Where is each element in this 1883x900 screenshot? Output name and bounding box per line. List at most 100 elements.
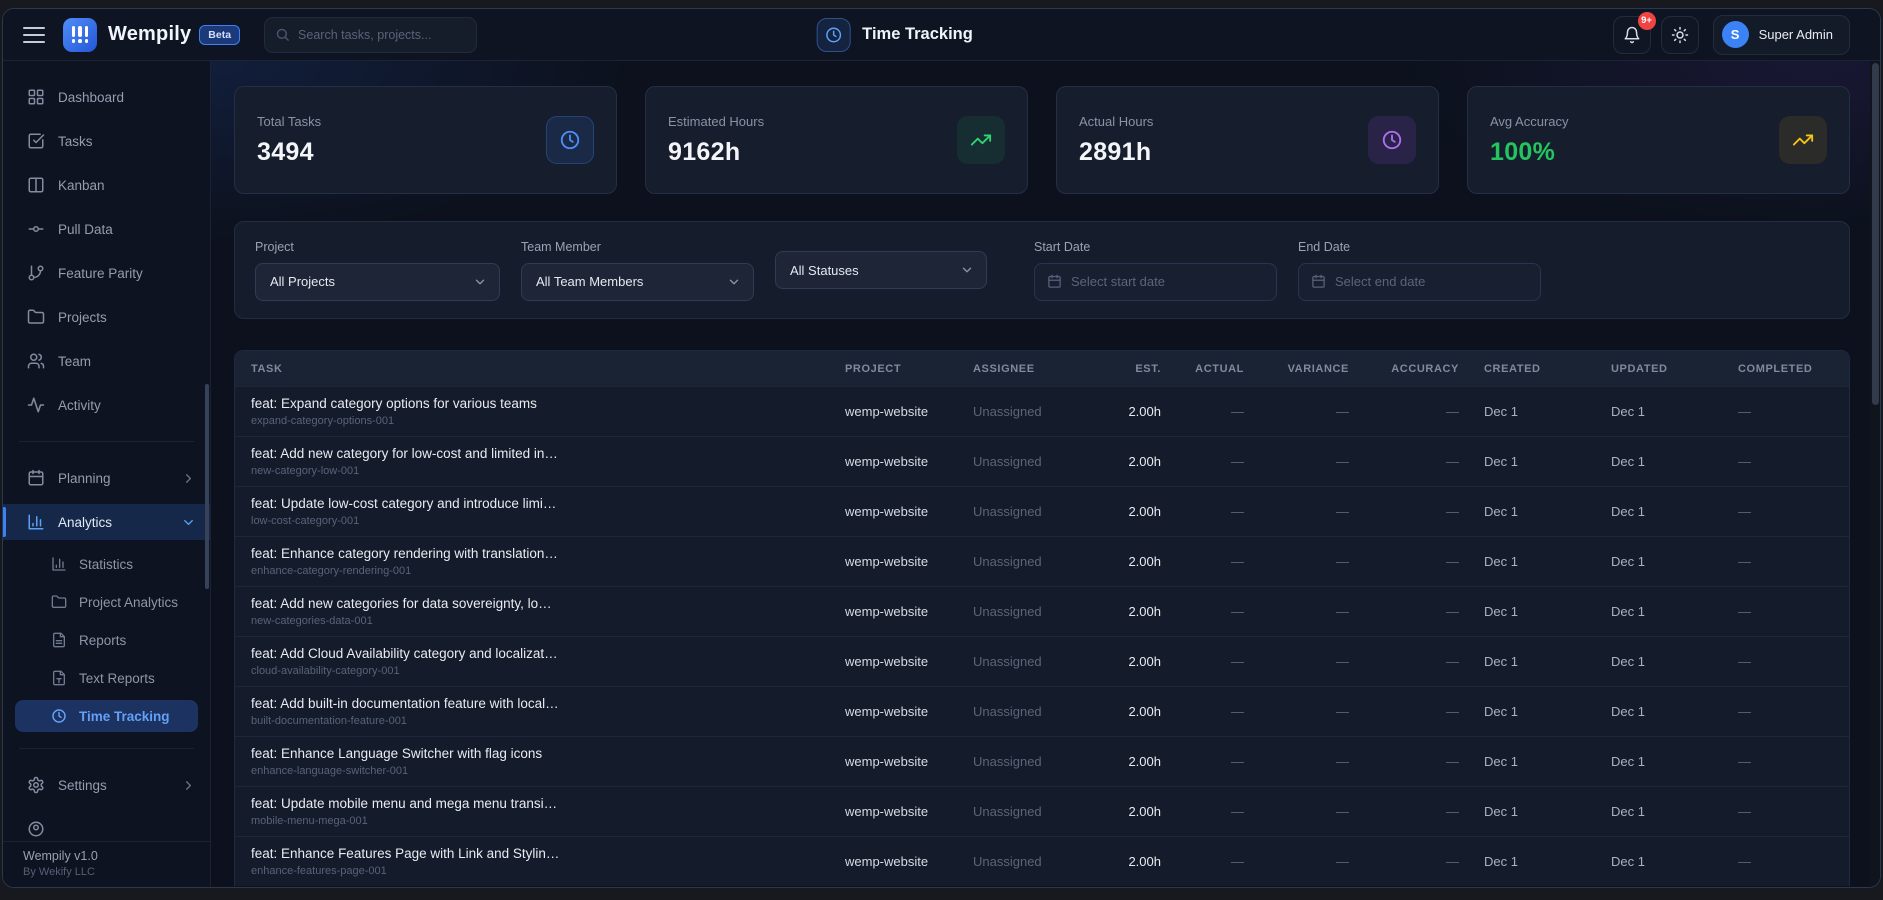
- stat-label: Actual Hours: [1079, 114, 1153, 129]
- app-company: By Wekify LLC: [23, 866, 210, 878]
- task-actual: —: [1161, 454, 1244, 469]
- folder-icon: [27, 308, 45, 326]
- start-date-placeholder: Select start date: [1071, 274, 1165, 289]
- end-date-input[interactable]: Select end date: [1298, 263, 1541, 301]
- clock-icon: [51, 708, 67, 724]
- task-accuracy: —: [1349, 854, 1459, 869]
- task-title: feat: Add new category for low-cost and …: [251, 446, 831, 461]
- task-updated: Dec 1: [1586, 754, 1713, 769]
- table-row[interactable]: feat: Add new categories for data sovere…: [235, 586, 1849, 636]
- table-row[interactable]: feat: Update low-cost category and intro…: [235, 486, 1849, 536]
- page-title: Time Tracking: [862, 25, 973, 44]
- git-commit-icon: [27, 220, 45, 238]
- sidebar-item-statistics[interactable]: Statistics: [3, 548, 210, 580]
- project-filter-label: Project: [255, 240, 500, 254]
- task-variance: —: [1244, 754, 1349, 769]
- app-logo[interactable]: [63, 18, 97, 52]
- sidebar-scrollbar[interactable]: [205, 384, 209, 589]
- project-select[interactable]: All Projects: [255, 263, 500, 301]
- sidebar-item-team[interactable]: Team: [3, 343, 210, 379]
- task-variance: —: [1244, 504, 1349, 519]
- sidebar-item-label: Statistics: [79, 557, 133, 572]
- table-row[interactable]: feat: Enhance Language Switcher with fla…: [235, 736, 1849, 786]
- table-body: feat: Expand category options for variou…: [235, 386, 1849, 886]
- table-row[interactable]: feat: Expand category options for variou…: [235, 386, 1849, 436]
- app-window: Wempily Beta Time Tracking 9+: [2, 8, 1881, 888]
- sidebar-divider: [19, 441, 194, 442]
- search-box[interactable]: [264, 17, 477, 53]
- task-estimated: 2.00h: [1099, 804, 1161, 819]
- sidebar-item-tasks[interactable]: Tasks: [3, 123, 210, 159]
- table-row[interactable]: feat: Enhance Features Page with Link an…: [235, 836, 1849, 886]
- task-estimated: 2.00h: [1099, 404, 1161, 419]
- kanban-columns-icon: [27, 176, 45, 194]
- status-select[interactable]: All Statuses: [775, 251, 987, 289]
- task-title: feat: Update mobile menu and mega menu t…: [251, 796, 831, 811]
- user-menu[interactable]: S Super Admin: [1713, 15, 1850, 55]
- sidebar-item-pull-data[interactable]: Pull Data: [3, 211, 210, 247]
- table-row[interactable]: feat: Add new category for low-cost and …: [235, 436, 1849, 486]
- table-row[interactable]: feat: Enhance category rendering with tr…: [235, 536, 1849, 586]
- start-date-input[interactable]: Select start date: [1034, 263, 1277, 301]
- table-row[interactable]: feat: Add Cloud Availability category an…: [235, 636, 1849, 686]
- task-created: Dec 1: [1459, 654, 1586, 669]
- stat-card-total-tasks: Total Tasks 3494: [234, 86, 617, 194]
- sidebar-item-analytics[interactable]: Analytics: [3, 504, 210, 540]
- sidebar-item-kanban[interactable]: Kanban: [3, 167, 210, 203]
- sidebar-item-feature-parity[interactable]: Feature Parity: [3, 255, 210, 291]
- task-variance: —: [1244, 404, 1349, 419]
- sidebar-item-settings[interactable]: Settings: [3, 767, 210, 803]
- table-row[interactable]: feat: Update mobile menu and mega menu t…: [235, 786, 1849, 836]
- task-project: wemp-website: [845, 504, 973, 519]
- task-project: wemp-website: [845, 804, 973, 819]
- stats-row: Total Tasks 3494 Estimated Hours 9162h: [234, 86, 1850, 194]
- clock-icon: [1368, 116, 1416, 164]
- sidebar-item-reports[interactable]: Reports: [3, 624, 210, 656]
- search-icon: [275, 27, 290, 42]
- task-actual: —: [1161, 554, 1244, 569]
- sidebar-item-text-reports[interactable]: Text Reports: [3, 662, 210, 694]
- sidebar-item-project-analytics[interactable]: Project Analytics: [3, 586, 210, 618]
- trending-up-icon: [1779, 116, 1827, 164]
- sidebar-item-activity[interactable]: Activity: [3, 387, 210, 423]
- task-assignee: Unassigned: [973, 604, 1099, 619]
- task-project: wemp-website: [845, 704, 973, 719]
- task-variance: —: [1244, 704, 1349, 719]
- task-title: feat: Add new categories for data sovere…: [251, 596, 831, 611]
- sidebar-item-planning[interactable]: Planning: [3, 460, 210, 496]
- column-header-task: TASK: [251, 363, 845, 375]
- vertical-scrollbar[interactable]: [1870, 61, 1880, 887]
- task-created: Dec 1: [1459, 754, 1586, 769]
- sidebar-item-time-tracking[interactable]: Time Tracking: [15, 700, 198, 732]
- calendar-icon: [27, 469, 45, 487]
- task-created: Dec 1: [1459, 404, 1586, 419]
- chevron-down-icon: [473, 275, 487, 289]
- sidebar-item-dashboard[interactable]: Dashboard: [3, 79, 210, 115]
- notifications-button[interactable]: 9+: [1613, 16, 1651, 54]
- task-slug: enhance-features-page-001: [251, 865, 831, 877]
- scrollbar-thumb[interactable]: [1872, 63, 1879, 405]
- task-estimated: 2.00h: [1099, 654, 1161, 669]
- task-estimated: 2.00h: [1099, 754, 1161, 769]
- task-estimated: 2.00h: [1099, 454, 1161, 469]
- task-updated: Dec 1: [1586, 654, 1713, 669]
- clock-icon: [546, 116, 594, 164]
- task-updated: Dec 1: [1586, 454, 1713, 469]
- task-actual: —: [1161, 504, 1244, 519]
- sidebar-item-projects[interactable]: Projects: [3, 299, 210, 335]
- team-select-value: All Team Members: [536, 274, 643, 289]
- table-row[interactable]: feat: Add built-in documentation feature…: [235, 686, 1849, 736]
- chevron-down-icon: [181, 515, 196, 530]
- search-input[interactable]: [298, 28, 466, 42]
- task-completed: —: [1713, 654, 1833, 669]
- task-created: Dec 1: [1459, 504, 1586, 519]
- task-updated: Dec 1: [1586, 604, 1713, 619]
- chevron-right-icon: [181, 471, 196, 486]
- task-accuracy: —: [1349, 754, 1459, 769]
- hamburger-menu-icon[interactable]: [23, 27, 45, 43]
- task-estimated: 2.00h: [1099, 704, 1161, 719]
- team-member-select[interactable]: All Team Members: [521, 263, 754, 301]
- task-accuracy: —: [1349, 554, 1459, 569]
- theme-toggle-button[interactable]: [1661, 16, 1699, 54]
- top-header: Wempily Beta Time Tracking 9+: [3, 9, 1880, 61]
